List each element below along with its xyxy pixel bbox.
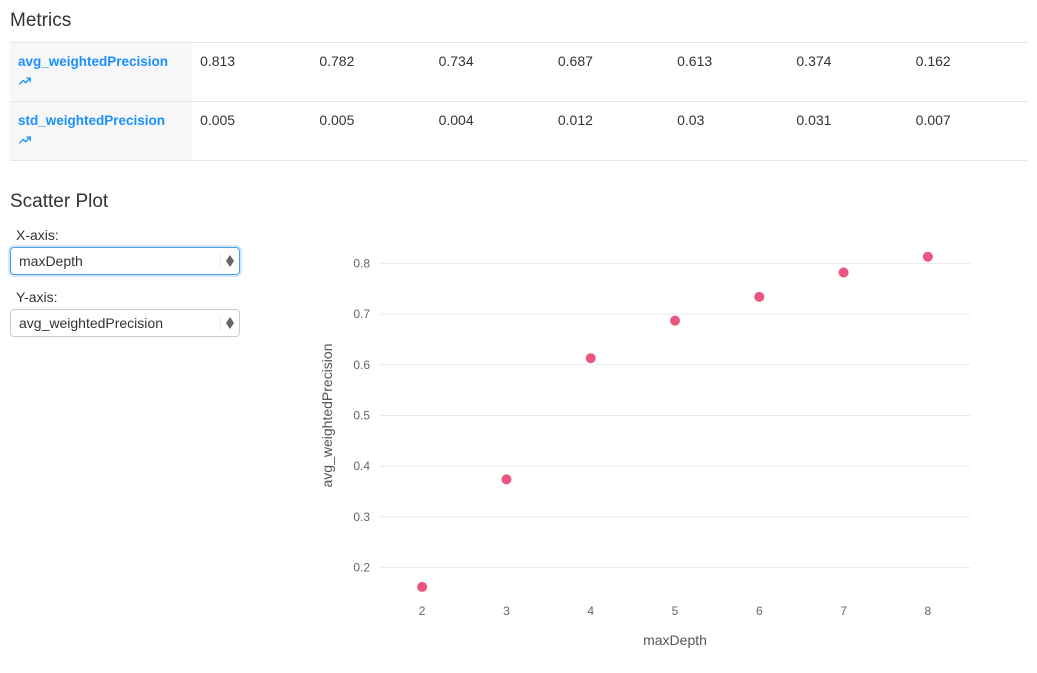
y-axis-select[interactable]: avg_weightedPrecision: [10, 309, 240, 337]
x-axis-title: maxDepth: [643, 632, 707, 648]
chart-line-icon[interactable]: [18, 74, 32, 88]
y-tick-label: 0.2: [353, 560, 370, 574]
y-tick-label: 0.4: [353, 459, 370, 473]
y-axis-title: avg_weightedPrecision: [319, 343, 335, 487]
x-axis-select-value: maxDepth: [11, 253, 220, 269]
x-tick-label: 4: [587, 604, 594, 618]
metric-value: 0.374: [788, 43, 907, 102]
x-axis-label: X-axis:: [16, 227, 300, 243]
scatter-chart: 0.2 0.3 0.4 0.5 0.6 0.7 0.8 2 3 4 5 6 7 8 maxDepth avg_…: [310, 223, 1027, 653]
metric-value: 0.004: [431, 101, 550, 160]
metric-link[interactable]: avg_weightedPrecision: [18, 53, 184, 72]
metric-value: 0.613: [669, 43, 788, 102]
metric-value: 0.162: [908, 43, 1027, 102]
metric-value: 0.813: [192, 43, 311, 102]
metric-label-cell: avg_weightedPrecision: [10, 43, 192, 102]
y-tick-label: 0.3: [353, 510, 370, 524]
y-axis-select-value: avg_weightedPrecision: [11, 315, 220, 331]
scatter-controls: X-axis: maxDepth Y-axis: avg_weightedPre…: [10, 223, 310, 653]
x-tick-label: 6: [756, 604, 763, 618]
metrics-row: avg_weightedPrecision 0.8130.7820.7340.68…: [10, 43, 1027, 102]
metrics-table: avg_weightedPrecision 0.8130.7820.7340.68…: [10, 42, 1027, 161]
metrics-row: std_weightedPrecision0.0050.0050.0040.01…: [10, 101, 1027, 160]
metric-value: 0.012: [550, 101, 669, 160]
metric-link[interactable]: std_weightedPrecision: [18, 112, 184, 131]
x-axis-select[interactable]: maxDepth: [10, 247, 240, 275]
y-tick-label: 0.8: [353, 256, 370, 270]
scatter-point: [501, 474, 511, 484]
stepper-icon: [220, 253, 239, 269]
scatter-point: [670, 315, 680, 325]
metric-value: 0.005: [311, 101, 430, 160]
scatter-section-title: Scatter Plot: [10, 191, 1027, 213]
metric-value: 0.005: [192, 101, 311, 160]
x-tick-label: 3: [503, 604, 510, 618]
metric-value: 0.687: [550, 43, 669, 102]
y-axis-label: Y-axis:: [16, 289, 300, 305]
metric-value: 0.03: [669, 101, 788, 160]
scatter-point: [417, 582, 427, 592]
x-tick-label: 2: [419, 604, 426, 618]
x-tick-label: 7: [840, 604, 847, 618]
stepper-icon: [220, 315, 239, 331]
scatter-point: [923, 252, 933, 262]
metrics-section-title: Metrics: [10, 10, 1027, 32]
scatter-point: [586, 353, 596, 363]
metric-value: 0.782: [311, 43, 430, 102]
y-tick-label: 0.7: [353, 307, 370, 321]
y-tick-label: 0.6: [353, 358, 370, 372]
chart-line-icon[interactable]: [18, 133, 32, 147]
x-tick-label: 5: [672, 604, 679, 618]
scatter-point: [839, 267, 849, 277]
y-tick-label: 0.5: [353, 408, 370, 422]
metric-label-cell: std_weightedPrecision: [10, 101, 192, 160]
metric-value: 0.007: [908, 101, 1027, 160]
scatter-point: [754, 292, 764, 302]
metric-value: 0.031: [788, 101, 907, 160]
metric-value: 0.734: [431, 43, 550, 102]
x-tick-label: 8: [925, 604, 932, 618]
